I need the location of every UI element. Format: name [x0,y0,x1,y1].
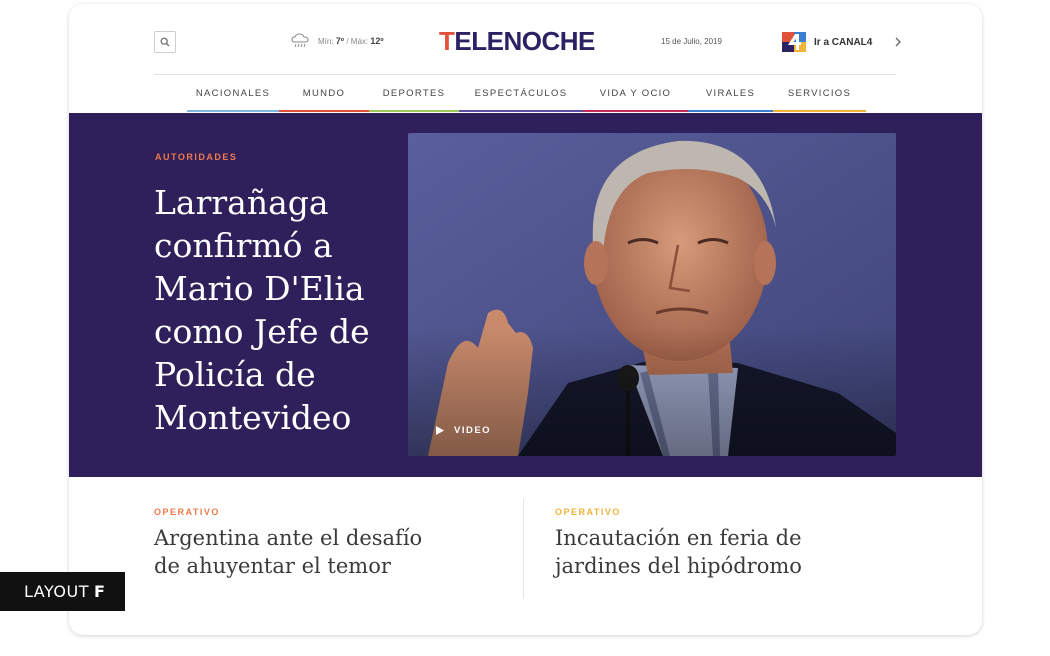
layout-label-prefix: LAYOUT [24,582,89,601]
rain-cloud-icon [291,33,309,48]
nav-item-mundo[interactable]: MUNDO [279,84,369,112]
weather-min-value: 7º [335,36,345,46]
nav-item-vida-y-ocio[interactable]: VIDA Y OCIO [583,84,688,112]
story-kicker: OPERATIVO [555,507,621,517]
nav-item-label: DEPORTES [382,88,446,99]
weather-separator: / [346,37,349,46]
main-nav: NACIONALES MUNDO DEPORTES ESPECTÁCULOS V… [187,84,866,112]
search-button[interactable] [154,31,176,53]
nav-item-label: SERVICIOS [787,88,852,99]
nav-item-servicios[interactable]: SERVICIOS [773,84,866,112]
layout-label-letter: F [93,582,106,601]
nav-item-espectaculos[interactable]: ESPECTÁCULOS [459,84,583,112]
nav-item-virales[interactable]: VIRALES [688,84,773,112]
weather-widget: Mín: 7º / Máx: 12º [290,32,384,50]
weather-max-value: 12º [370,36,384,46]
page-card: Mín: 7º / Máx: 12º TELENOCHE 15 de Julio… [69,4,982,635]
story-card[interactable]: OPERATIVO Argentina ante el desafío de a… [154,507,454,580]
hero-photo-illustration [408,133,896,456]
chevron-right-icon[interactable] [894,37,902,47]
hero-section: AUTORIDADES Larrañaga confirmó a Mario D… [69,113,982,477]
canal4-link[interactable]: Ir a CANAL4 [782,32,902,52]
nav-item-label: VIDA Y OCIO [599,88,672,99]
secondary-stories: OPERATIVO Argentina ante el desafío de a… [69,477,982,635]
hero-headline[interactable]: Larrañaga confirmó a Mario D'Elia como J… [154,181,394,439]
story-headline[interactable]: Incautación en feria de jardines del hip… [555,524,855,580]
header-divider [154,74,896,75]
hero-photo[interactable]: VIDEO [408,133,896,456]
nav-item-label: NACIONALES [195,88,271,99]
search-icon [160,37,170,47]
video-label: VIDEO [454,425,492,436]
nav-item-nacionales[interactable]: NACIONALES [187,84,279,112]
canal4-logo-icon [782,32,806,52]
weather-text: Mín: 7º / Máx: 12º [318,36,384,46]
logo-first-letter: T [439,26,455,56]
nav-item-deportes[interactable]: DEPORTES [369,84,459,112]
weather-min-label: Mín: [318,37,334,46]
nav-item-label: MUNDO [302,88,346,99]
current-date: 15 de Julio, 2019 [661,37,722,46]
nav-item-label: VIRALES [705,88,756,99]
site-logo[interactable]: TELENOCHE [439,26,595,57]
play-icon [436,426,444,435]
video-badge[interactable]: VIDEO [436,425,491,436]
layout-label: LAYOUT F [0,572,125,611]
story-card[interactable]: OPERATIVO Incautación en feria de jardin… [555,507,855,580]
story-divider [523,499,524,599]
canal4-label: Ir a CANAL4 [814,36,873,48]
site-header: Mín: 7º / Máx: 12º TELENOCHE 15 de Julio… [69,4,982,114]
logo-rest: ELENOCHE [454,26,595,56]
story-headline[interactable]: Argentina ante el desafío de ahuyentar e… [154,524,454,580]
hero-kicker[interactable]: AUTORIDADES [155,152,237,162]
weather-max-label: Máx: [350,37,369,46]
story-kicker: OPERATIVO [154,507,220,517]
nav-item-label: ESPECTÁCULOS [474,88,568,99]
